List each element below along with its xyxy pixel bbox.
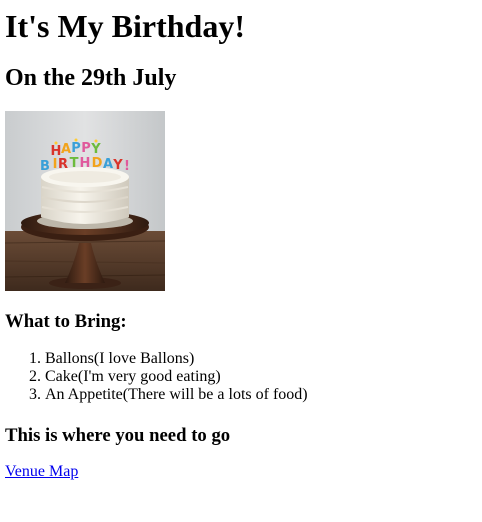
svg-text:!: ! bbox=[124, 159, 130, 174]
page-title: It's My Birthday! bbox=[5, 8, 245, 44]
svg-text:A: A bbox=[61, 142, 71, 157]
svg-text:R: R bbox=[58, 157, 68, 172]
svg-text:I: I bbox=[53, 157, 58, 172]
venue-map-link[interactable]: Venue Map bbox=[5, 463, 78, 481]
svg-text:P: P bbox=[81, 141, 91, 156]
svg-text:A: A bbox=[103, 157, 113, 172]
birthday-cake-image: H A P P Y B I R T H D A Y ! bbox=[5, 111, 165, 291]
svg-text:Y: Y bbox=[90, 142, 101, 157]
what-to-bring-heading: What to Bring: bbox=[5, 311, 127, 332]
list-item: Cake(I'm very good eating) bbox=[45, 368, 308, 386]
venue-heading: This is where you need to go bbox=[5, 425, 231, 446]
list-item: An Appetite(There will be a lots of food… bbox=[45, 386, 308, 404]
svg-text:Y: Y bbox=[112, 158, 123, 173]
list-item: Ballons(I love Ballons) bbox=[45, 350, 308, 368]
page-subtitle: On the 29th July bbox=[5, 65, 177, 91]
svg-text:P: P bbox=[71, 141, 81, 156]
svg-text:T: T bbox=[70, 156, 79, 171]
svg-text:H: H bbox=[80, 156, 91, 171]
svg-text:D: D bbox=[92, 156, 103, 171]
bring-list: Ballons(I love Ballons) Cake(I'm very go… bbox=[5, 350, 308, 404]
svg-text:B: B bbox=[40, 159, 50, 174]
